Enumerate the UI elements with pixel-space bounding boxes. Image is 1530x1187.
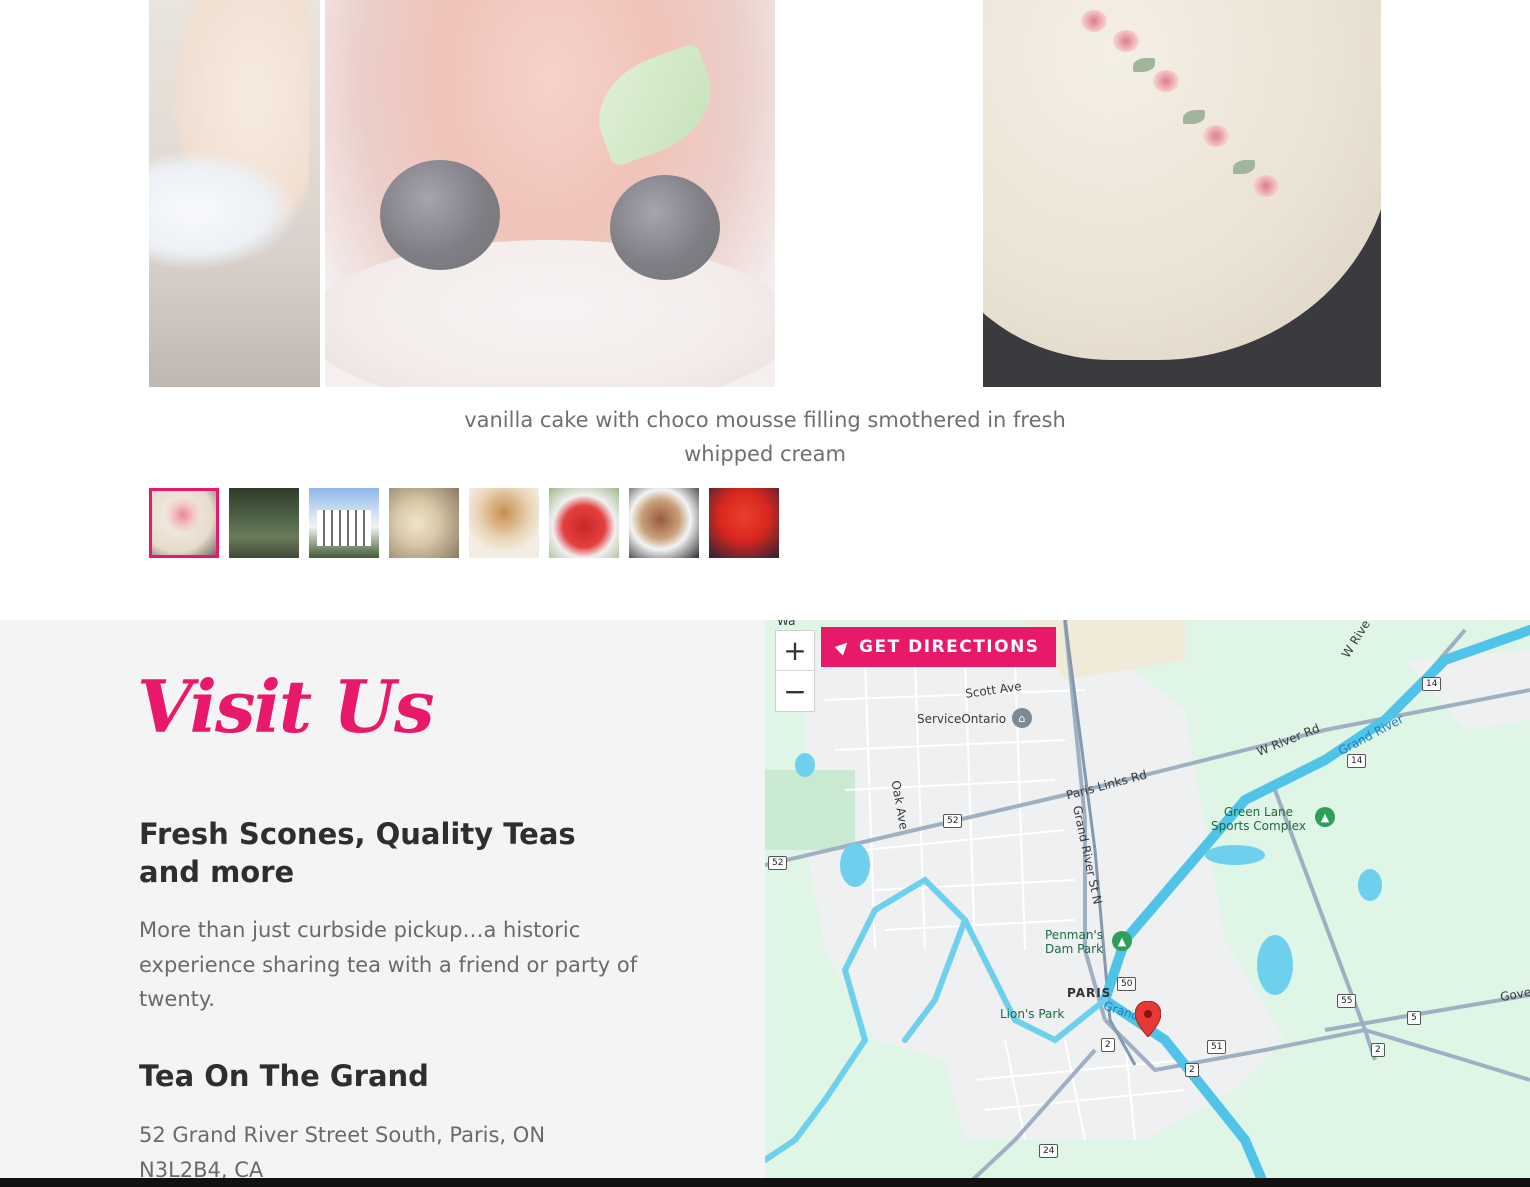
zoom-out-button[interactable]: −	[776, 671, 814, 711]
thumbnail-garden-deer[interactable]	[229, 488, 299, 558]
gallery-thumbnails	[149, 488, 779, 558]
blackberry-shape	[610, 175, 720, 280]
plate-shape	[325, 240, 775, 387]
visit-subtitle: Fresh Scones, Quality Teas and more	[139, 817, 576, 889]
map-zoom-controls: + −	[775, 630, 815, 712]
highway-shield: 24	[1039, 1144, 1059, 1158]
visit-us-heading: Visit Us	[137, 664, 434, 749]
bottom-edge-bar	[0, 1178, 1530, 1187]
gallery-slide-image[interactable]	[325, 0, 775, 387]
thumbnail-whipped-cream-cake[interactable]	[149, 488, 219, 558]
house-shape	[317, 510, 371, 546]
photo-gallery: vanilla cake with choco mousse filling s…	[0, 0, 1530, 620]
highway-shield: 2	[1185, 1063, 1199, 1077]
thumbnail-historic-house[interactable]	[309, 488, 379, 558]
icing-leaf	[1233, 160, 1255, 174]
location-pin-icon[interactable]	[1135, 1001, 1161, 1037]
thumbnail-pie-cookies[interactable]	[469, 488, 539, 558]
park-tree-icon[interactable]: ▲	[1315, 807, 1335, 827]
map-label-wa: Wa	[777, 620, 796, 628]
icing-flower	[1081, 10, 1107, 32]
thumbnail-scone-basket[interactable]	[629, 488, 699, 558]
map-base	[765, 620, 1530, 1187]
get-directions-button[interactable]: GET DIRECTIONS	[821, 627, 1056, 667]
location-map[interactable]: + − GET DIRECTIONS Wa Scott Ave ServiceO…	[765, 620, 1530, 1187]
thumbnail-tomato-salad[interactable]	[549, 488, 619, 558]
highway-shield: 50	[1117, 977, 1137, 991]
gallery-current-slide-image[interactable]	[983, 0, 1381, 387]
visit-us-section: Visit Us Fresh Scones, Quality Teas and …	[0, 620, 765, 1187]
navigation-arrow-icon	[834, 638, 852, 656]
highway-shield: 51	[1207, 1040, 1227, 1054]
icing-leaf	[1183, 110, 1205, 124]
map-label-penmans-dam-park: Penman's Dam Park	[1045, 928, 1104, 956]
icing-flowers	[1073, 10, 1303, 210]
thumbnail-tea-table[interactable]	[389, 488, 459, 558]
government-building-icon[interactable]: ⌂	[1012, 708, 1032, 728]
highway-shield: 55	[1337, 994, 1357, 1008]
icing-flower	[1153, 70, 1179, 92]
map-label-lions-park: Lion's Park	[1000, 1007, 1065, 1021]
zoom-in-button[interactable]: +	[776, 631, 814, 671]
icing-flower	[1253, 175, 1279, 197]
map-label-green-lane: Green Lane Sports Complex	[1211, 805, 1306, 833]
icing-flower	[163, 498, 203, 532]
highway-shield: 2	[1101, 1038, 1115, 1052]
highway-shield: 14	[1347, 754, 1367, 768]
gallery-caption: vanilla cake with choco mousse filling s…	[464, 408, 1066, 466]
visit-description: More than just curbside pickup…a histori…	[139, 918, 638, 1011]
business-name: Tea On The Grand	[139, 1059, 429, 1093]
icing-flower	[1203, 125, 1229, 147]
map-label-paris: PARIS	[1067, 986, 1112, 1000]
thumbnail-jelly-dessert[interactable]	[709, 488, 779, 558]
highway-shield: 52	[943, 814, 963, 828]
get-directions-label: GET DIRECTIONS	[859, 637, 1040, 657]
icing-flower	[1113, 30, 1139, 52]
mint-leaf-shape	[583, 42, 727, 168]
map-label-serviceontario: ServiceOntario	[917, 712, 1007, 726]
page: vanilla cake with choco mousse filling s…	[0, 0, 1530, 1187]
icing-leaf	[1133, 58, 1155, 72]
highway-shield: 5	[1407, 1011, 1421, 1025]
business-address: 52 Grand River Street South, Paris, ON N…	[139, 1123, 546, 1182]
highway-shield: 2	[1371, 1043, 1385, 1057]
gallery-previous-slide-image[interactable]	[149, 0, 320, 387]
blackberry-shape	[380, 160, 500, 270]
cloth-shape	[149, 150, 299, 270]
highway-shield: 52	[768, 856, 788, 870]
park-tree-icon[interactable]: ▲	[1112, 931, 1132, 951]
highway-shield: 14	[1422, 677, 1442, 691]
